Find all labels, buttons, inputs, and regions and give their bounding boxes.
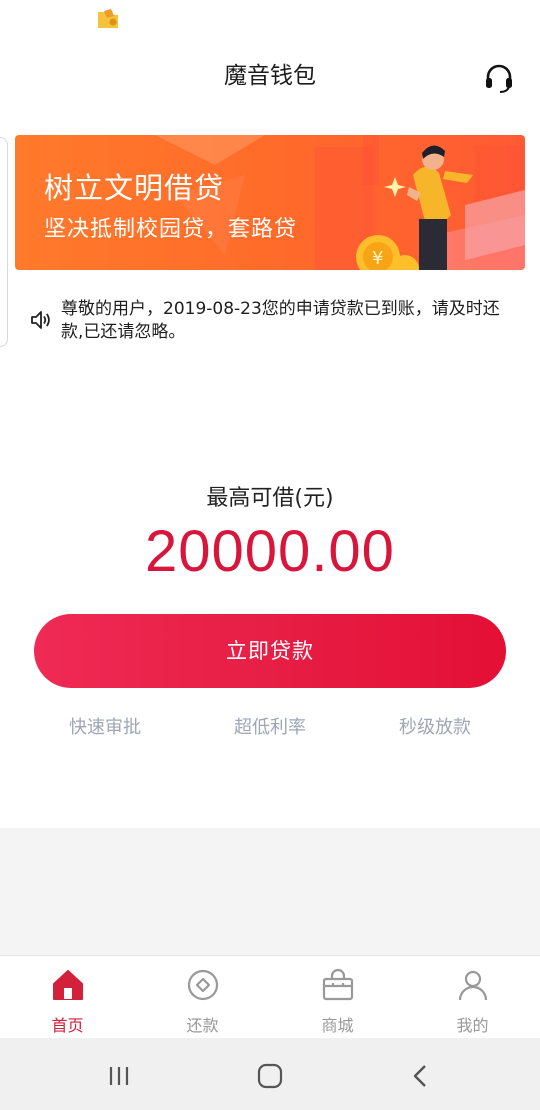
tab-profile[interactable]: 我的 [405,956,540,1039]
banner-subtitle: 坚决抵制校园贷，套路贷 [44,217,298,242]
tab-shop[interactable]: 商城 [270,956,405,1039]
home-button-icon[interactable] [254,1060,286,1092]
tab-home-label: 首页 [51,1016,84,1035]
tab-repay-label: 还款 [186,1016,219,1035]
app-header: 魔音钱包 [0,40,540,106]
system-nav-bar [0,1038,540,1110]
side-handle[interactable] [0,137,8,347]
page-title: 魔音钱包 [224,63,316,89]
limit-label: 最高可借(元) [206,486,334,511]
profile-icon [458,970,487,1001]
tab-repay[interactable]: 还款 [135,956,270,1039]
tab-profile-label: 我的 [456,1016,489,1035]
tab-home[interactable]: 首页 [0,956,135,1039]
speaker-icon [31,311,50,329]
feature-low-rate: 超低利率 [234,717,306,738]
svg-text:¥: ¥ [372,248,383,269]
feature-fast-approval: 快速审批 [69,717,141,738]
back-icon[interactable] [405,1060,437,1092]
notice-bar[interactable]: 尊敬的用户，2019-08-23您的申请贷款已到账，请及时还款,已还请忽略。 [28,296,508,352]
notification-app-icon [98,9,118,28]
customer-service-icon[interactable] [483,62,515,94]
limit-amount: 20000.00 [145,519,395,584]
promo-banner[interactable]: ¥ 树立文明借贷 坚决抵制校园贷，套路贷 [15,135,525,270]
home-icon [52,970,83,1000]
status-bar [0,0,540,40]
tab-shop-label: 商城 [321,1016,354,1035]
content-gray-area [0,828,540,955]
shop-bag-icon [322,968,353,1001]
recent-apps-icon[interactable] [103,1060,135,1092]
feature-instant-payout: 秒级放款 [399,717,471,738]
bottom-tab-bar: 首页 还款 商城 我的 [0,955,540,1039]
apply-loan-button[interactable]: 立即贷款 [34,614,506,688]
banner-title: 树立文明借贷 [44,171,225,205]
notice-text: 尊敬的用户，2019-08-23您的申请贷款已到账，请及时还款,已还请忽略。 [61,299,500,342]
repay-icon [187,969,218,1001]
